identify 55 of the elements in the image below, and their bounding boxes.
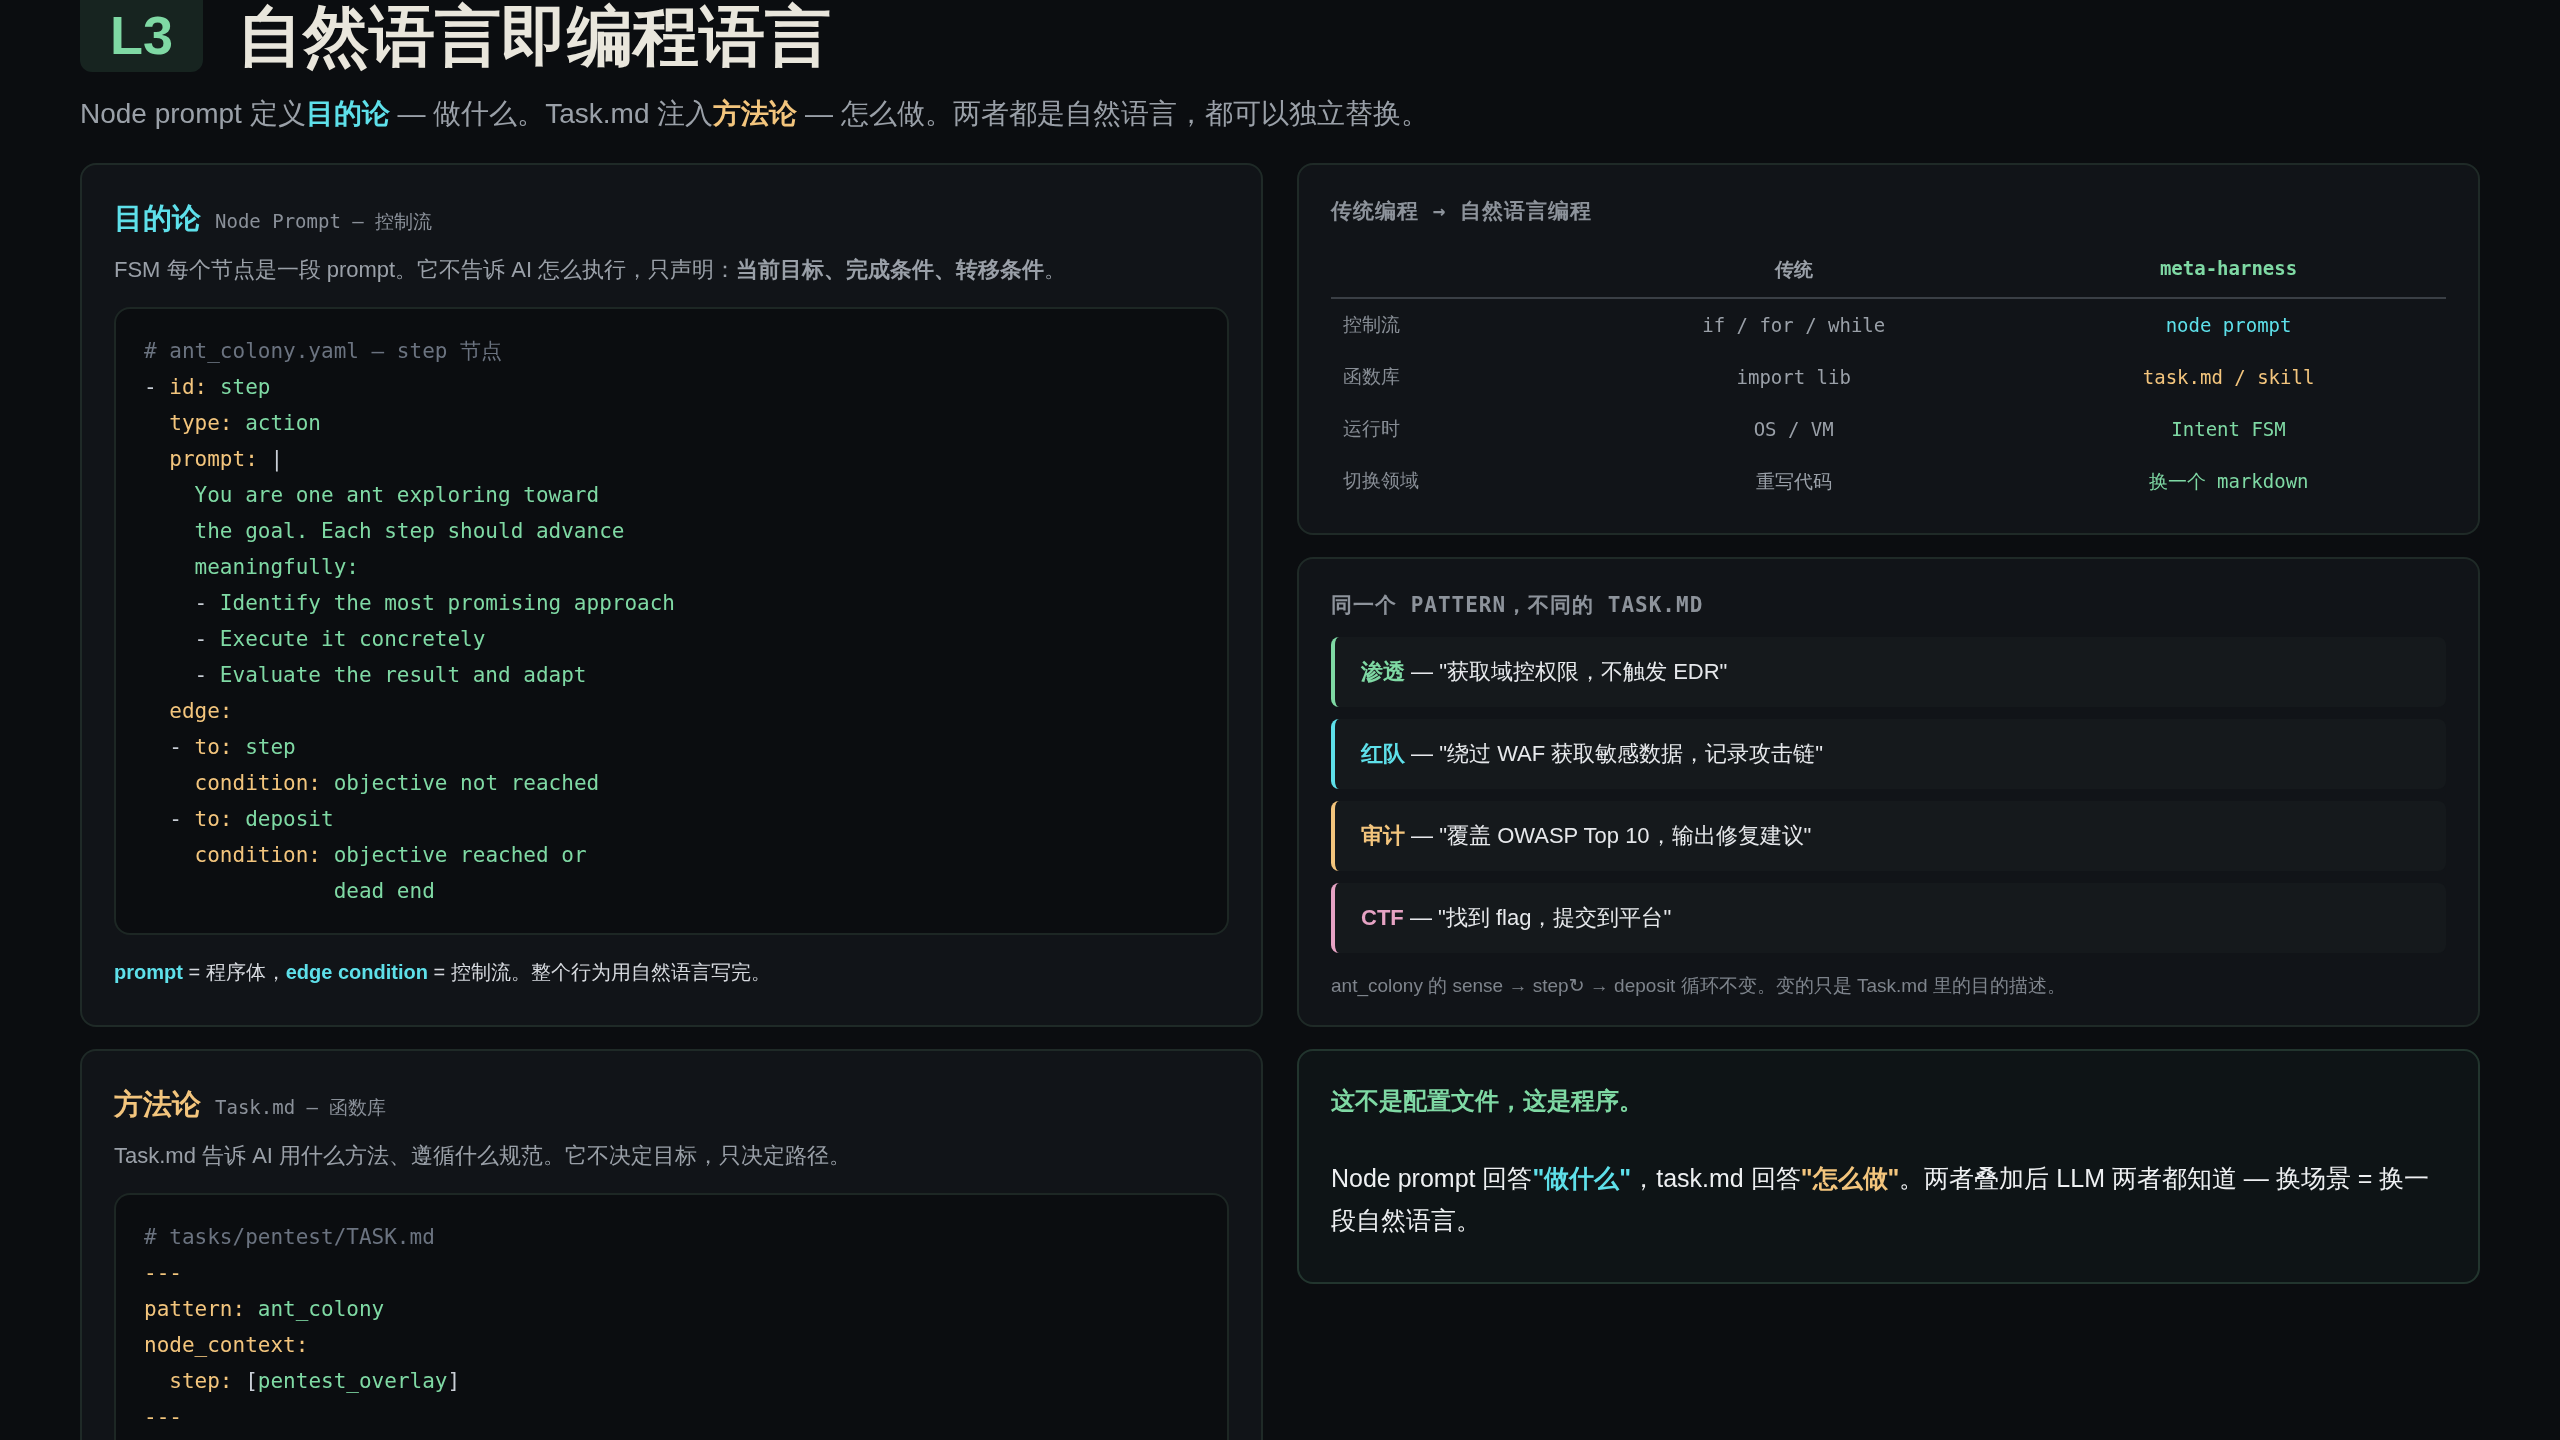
code-line: condition: objective not reached [193, 769, 600, 797]
code-line: pattern: ant_colony [144, 1295, 385, 1323]
row-label: 函数库 [1342, 364, 1401, 389]
conclusion-text: Node prompt 回答"做什么"，task.md 回答"怎么做"。两者叠加后 LLM 两者都知道 — 换场景 = 换一段自然语言。 [1331, 1162, 2431, 1237]
code-line: - to: step [168, 733, 296, 761]
table-cell-text: task.md / skill [2141, 364, 2316, 390]
code-line: You are one ant exploring toward [193, 481, 600, 509]
column-header: meta-harness [2011, 242, 2446, 299]
pattern-item: CTF — "找到 flag，提交到平台" [1331, 882, 2446, 953]
conclusion-title: 这不是配置文件，这是程序。 [1331, 1085, 1643, 1116]
page-subtitle: Node prompt 定义目的论 — 做什么。Task.md 注入方法论 — 怎么做。两者都是自然语言，都可以独立替换。 [80, 96, 1430, 131]
table-cell-text: OS / VM [1752, 416, 1835, 442]
level-badge: L3 [80, 0, 204, 73]
table-cell-text: Intent FSM [2170, 416, 2287, 442]
table-cell-text: import lib [1735, 364, 1852, 390]
code-line: meaningfully: [193, 553, 359, 581]
table-cell-text: 换一个 markdown [2147, 468, 2310, 494]
code-line: - id: step [144, 373, 271, 401]
code-line: dead end [332, 877, 435, 905]
pattern-item: 红队 — "绕过 WAF 获取敏感数据，记录攻击链" [1331, 718, 2446, 789]
code-line: node_context: [144, 1331, 309, 1359]
pattern-note: ant_colony 的 sense → step↻ → deposit 循环不变。变的只是 Task.md 里的目的描述。 [1331, 973, 2067, 999]
code-line: --- [144, 1403, 182, 1431]
code-line: # ant_colony.yaml — step 节点 [144, 337, 503, 365]
code-line: --- [144, 1259, 182, 1287]
card-description: Task.md 告诉 AI 用什么方法、遵循什么规范。它不决定目标，只决定路径。 [114, 1141, 853, 1170]
code-line: - Evaluate the result and adapt [193, 661, 587, 689]
code-line: - Execute it concretely [193, 625, 486, 653]
pattern-item: 渗透 — "获取域控权限，不触发 EDR" [1331, 636, 2446, 707]
column-header: 传统 [1576, 242, 2012, 299]
card-description: FSM 每个节点是一段 prompt。它不告诉 AI 怎么执行，只声明：当前目标、完成条件、转移条件。 [114, 255, 1068, 284]
code-line: type: action [168, 409, 322, 437]
row-label: 运行时 [1342, 416, 1401, 441]
card-title: 目的论 [114, 200, 201, 236]
code-line: - to: deposit [168, 805, 334, 833]
pattern-item: 审计 — "覆盖 OWASP Top 10，输出修复建议" [1331, 800, 2446, 871]
code-line: # tasks/pentest/TASK.md [144, 1223, 435, 1251]
section-title: 传统编程 → 自然语言编程 [1331, 197, 1592, 225]
code-line: step: [pentest_overlay] [168, 1367, 461, 1395]
table-cell-text: node prompt [2164, 312, 2293, 338]
table-cell-text: 重写代码 [1754, 468, 1833, 494]
card-subtitle: Task.md — 函数库 [215, 1094, 387, 1120]
code-line: condition: objective reached or [193, 841, 587, 869]
table-cell-text: if / for / while [1701, 312, 1887, 338]
code-line: the goal. Each step should advance [193, 517, 625, 545]
row-label: 控制流 [1342, 312, 1401, 337]
card-subtitle: Node Prompt — 控制流 [215, 208, 433, 234]
code-line: - Identify the most promising approach [193, 589, 675, 617]
code-line: prompt: | [168, 445, 284, 474]
row-label: 切换领域 [1342, 468, 1420, 493]
card-footnote: prompt = 程序体，edge condition = 控制流。整个行为用自然语言写完。 [114, 959, 772, 985]
code-line: edge: [168, 697, 233, 725]
card-title: 方法论 [114, 1086, 201, 1122]
section-title: 同一个 PATTERN，不同的 TASK.MD [1331, 591, 1704, 619]
page-title: 自然语言即编程语言 [237, 0, 832, 73]
